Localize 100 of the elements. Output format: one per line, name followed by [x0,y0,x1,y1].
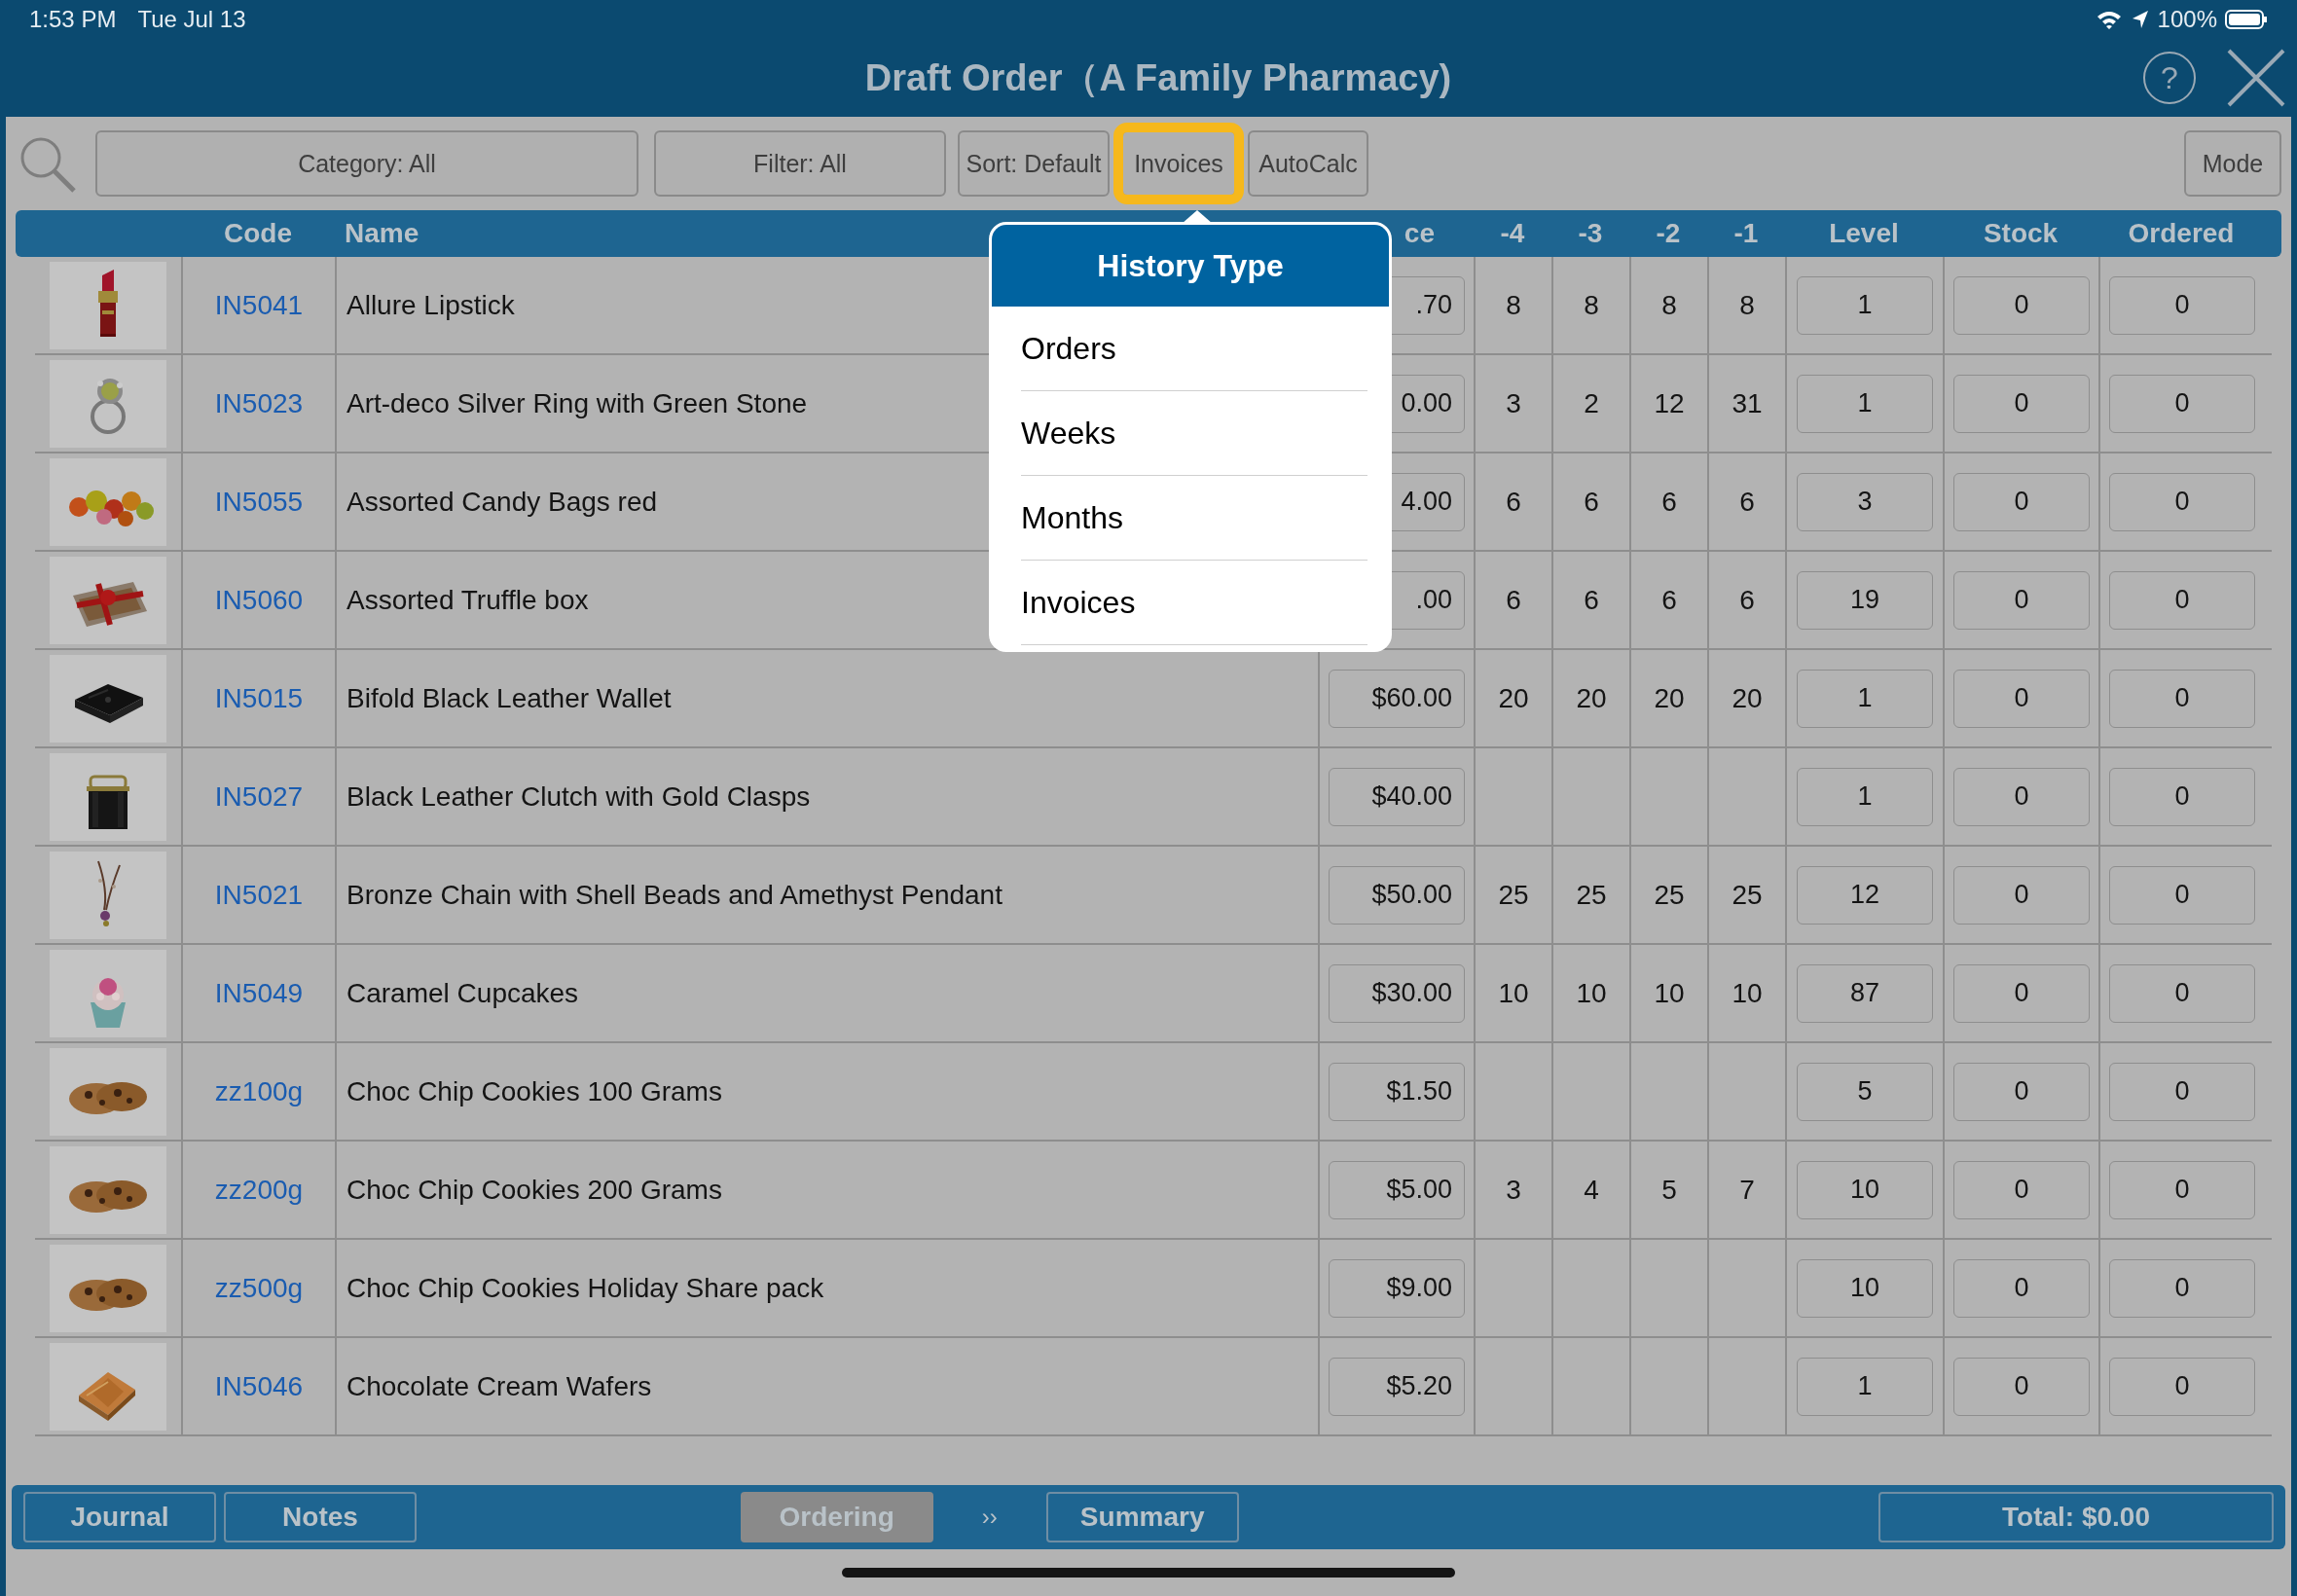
product-name: Bronze Chain with Shell Beads and Amethyst Pendant [346,879,1003,911]
history-count: 25 [1498,879,1529,911]
column-header: -2 [1655,218,1682,249]
column-header: Name [344,218,420,249]
column-header: Stock [1982,218,2060,249]
history-count: 10 [1498,977,1529,1009]
ordered-field[interactable]: 0 [2109,865,2255,925]
price-field[interactable]: $5.20 [1329,1357,1465,1416]
status-time: 1:53 PM [29,6,117,33]
history-count: 6 [1739,486,1755,518]
column-header: Code [223,218,293,249]
stock-field[interactable]: 0 [1953,865,2090,925]
price-field[interactable]: $40.00 [1329,767,1465,826]
ordered-field[interactable]: 0 [2109,374,2255,433]
level-field[interactable]: 1 [1797,374,1933,433]
stock-field[interactable]: 0 [1953,570,2090,630]
column-header: Level [1828,218,1900,249]
window-title: Draft Order（A Family Pharmacy) [864,55,1452,100]
history-count: 3 [1506,1174,1521,1206]
battery-icon [2225,9,2268,30]
ordered-field[interactable]: 0 [2109,275,2255,335]
menu-item[interactable]: Months [1021,476,1367,561]
history-count: 6 [1506,584,1521,616]
product-name: Assorted Truffle box [346,584,589,616]
history-count: 25 [1654,879,1685,911]
history-count: 8 [1506,289,1521,321]
price-field[interactable]: $60.00 [1329,669,1465,728]
history-count: 31 [1732,387,1763,419]
stock-field[interactable]: 0 [1953,1357,2090,1416]
level-field[interactable]: 10 [1797,1160,1933,1219]
level-field[interactable]: 10 [1797,1258,1933,1318]
stock-field[interactable]: 0 [1953,963,2090,1023]
history-count: 6 [1661,584,1677,616]
history-count: 4 [1584,1174,1599,1206]
level-field[interactable]: 1 [1797,275,1933,335]
history-count: 6 [1506,486,1521,518]
price-field[interactable]: $1.50 [1329,1062,1465,1121]
product-name: Chocolate Cream Wafers [346,1370,652,1402]
level-field[interactable]: 5 [1797,1062,1933,1121]
column-header: -1 [1732,218,1760,249]
stock-field[interactable]: 0 [1953,275,2090,335]
history-count: 10 [1732,977,1763,1009]
ordered-field[interactable]: 0 [2109,669,2255,728]
history-count: 20 [1654,682,1685,714]
column-header: -3 [1577,218,1604,249]
history-count: 6 [1584,486,1599,518]
toolbar-button[interactable]: Filter: All [654,130,946,197]
toolbar-button[interactable]: AutoCalc [1248,130,1368,197]
level-field[interactable]: 1 [1797,669,1933,728]
history-count: 20 [1498,682,1529,714]
level-field[interactable]: 87 [1797,963,1933,1023]
product-name: Choc Chip Cookies 100 Grams [346,1075,722,1107]
product-name: Art-deco Silver Ring with Green Stone [346,387,808,419]
history-count: 12 [1654,387,1685,419]
product-name: Choc Chip Cookies 200 Grams [346,1174,722,1206]
history-count: 20 [1576,682,1607,714]
stock-field[interactable]: 0 [1953,374,2090,433]
level-field[interactable]: 1 [1797,1357,1933,1416]
stock-field[interactable]: 0 [1953,1160,2090,1219]
level-field[interactable]: 12 [1797,865,1933,925]
product-name: Allure Lipstick [346,289,515,321]
menu-item[interactable]: Weeks [1021,391,1367,476]
menu-item[interactable]: Invoices [1021,561,1367,645]
stock-field[interactable]: 0 [1953,1258,2090,1318]
level-field[interactable]: 19 [1797,570,1933,630]
history-count: 6 [1661,486,1677,518]
price-field[interactable]: $50.00 [1329,865,1465,925]
popover-title: History Type [992,225,1389,307]
stock-field[interactable]: 0 [1953,767,2090,826]
status-date: Tue Jul 13 [137,6,246,33]
toolbar-button[interactable]: Sort: Default [958,130,1110,197]
history-count: 10 [1576,977,1607,1009]
ordered-field[interactable]: 0 [2109,1258,2255,1318]
help-button[interactable]: ? [2143,52,2196,104]
ordered-field[interactable]: 0 [2109,767,2255,826]
history-count: 2 [1584,387,1599,419]
history-count: 5 [1661,1174,1677,1206]
price-field[interactable]: $9.00 [1329,1258,1465,1318]
level-field[interactable]: 3 [1797,472,1933,531]
history-count: 25 [1732,879,1763,911]
ordered-field[interactable]: 0 [2109,1160,2255,1219]
level-field[interactable]: 1 [1797,767,1933,826]
stock-field[interactable]: 0 [1953,472,2090,531]
stock-field[interactable]: 0 [1953,669,2090,728]
step-separator: ›› [980,1504,999,1531]
menu-item[interactable]: Orders [1021,307,1367,391]
ordered-field[interactable]: 0 [2109,1062,2255,1121]
history-count: 8 [1584,289,1599,321]
ordered-field[interactable]: 0 [2109,472,2255,531]
mode-button[interactable]: Mode [2184,130,2281,197]
stock-field[interactable]: 0 [1953,1062,2090,1121]
column-header: -4 [1499,218,1526,249]
close-icon[interactable] [2225,47,2287,109]
ordered-field[interactable]: 0 [2109,1357,2255,1416]
ordered-field[interactable]: 0 [2109,963,2255,1023]
price-field[interactable]: $30.00 [1329,963,1465,1023]
product-name: Black Leather Clutch with Gold Clasps [346,780,811,813]
price-field[interactable]: $5.00 [1329,1160,1465,1219]
ordered-field[interactable]: 0 [2109,570,2255,630]
toolbar-button[interactable]: Category: All [95,130,638,197]
